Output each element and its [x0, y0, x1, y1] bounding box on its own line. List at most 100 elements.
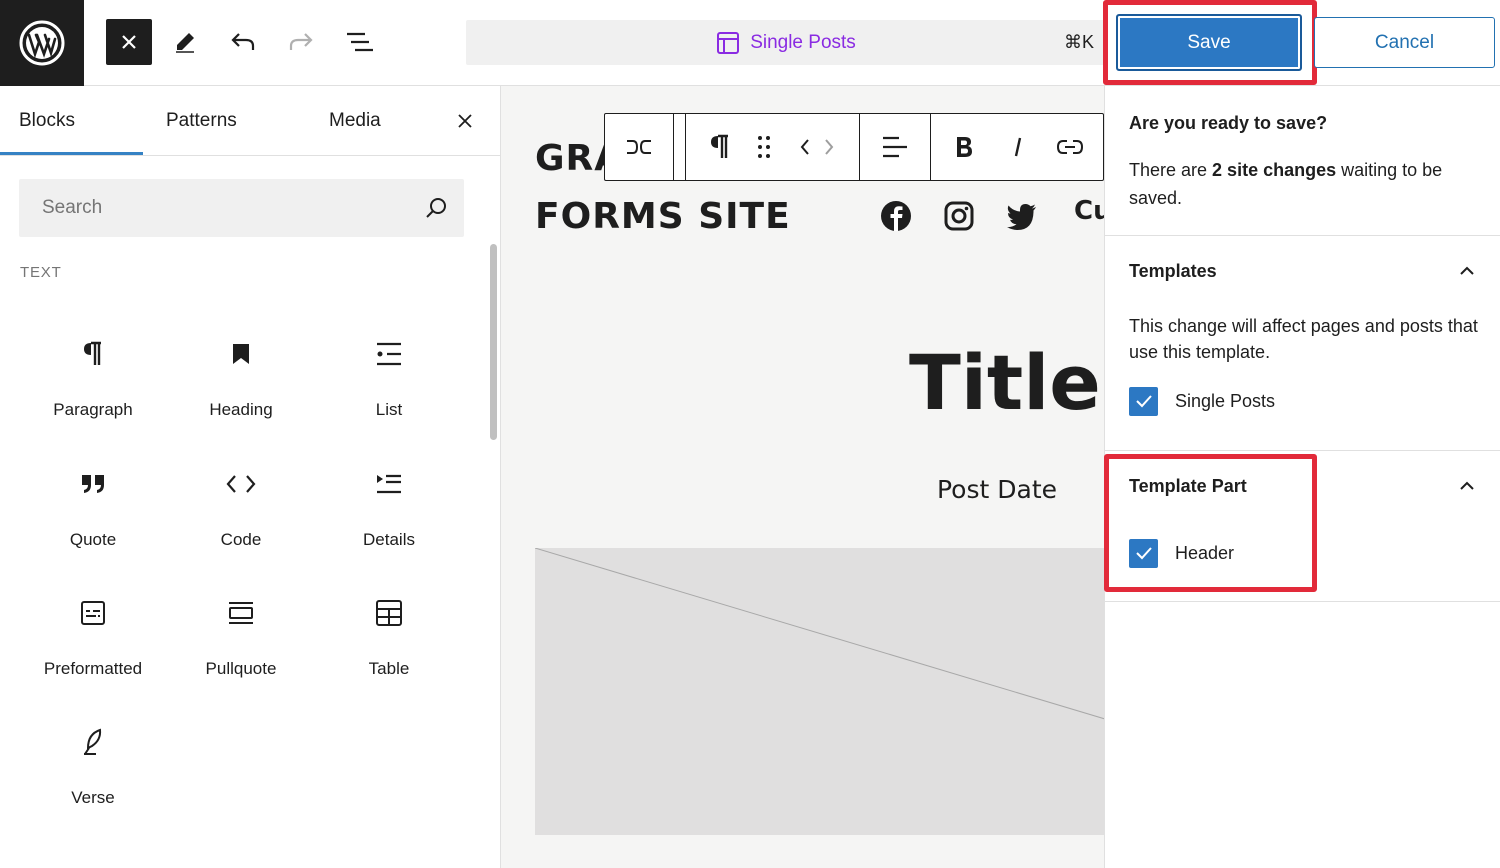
redo-icon — [289, 33, 313, 50]
undo-icon — [231, 33, 255, 50]
heading-icon — [233, 344, 249, 364]
details-icon — [377, 474, 401, 494]
checkmark-icon — [1135, 395, 1152, 408]
block-preformatted[interactable]: Preformatted — [19, 583, 167, 693]
search-icon — [426, 198, 446, 218]
close-icon — [122, 35, 136, 49]
scrollbar-thumb[interactable] — [490, 244, 497, 440]
tab-patterns[interactable]: Patterns — [166, 86, 237, 156]
search-input[interactable] — [19, 179, 409, 237]
block-toolbar — [604, 113, 1104, 181]
transform-button[interactable] — [605, 114, 673, 180]
drag-handle[interactable] — [743, 114, 785, 180]
link-icon — [1056, 140, 1084, 154]
block-label: Code — [220, 530, 262, 549]
block-label: Details — [363, 530, 415, 549]
category-label: TEXT — [20, 264, 62, 281]
save-description: There are 2 site changes waiting to be s… — [1129, 160, 1443, 208]
block-label: Table — [368, 659, 410, 678]
block-table[interactable]: Table — [315, 583, 463, 693]
nav-link[interactable]: Cu — [1074, 196, 1104, 226]
tab-media[interactable]: Media — [329, 86, 381, 156]
align-button[interactable] — [860, 114, 930, 180]
toolbar-divider — [685, 114, 686, 180]
block-code[interactable]: Code — [167, 454, 315, 564]
block-pullquote[interactable]: Pullquote — [167, 583, 315, 693]
wordpress-icon — [19, 20, 65, 66]
command-center[interactable]: Single Posts ⌘K — [466, 20, 1106, 65]
inserter-tabs: Blocks Patterns Media — [0, 86, 500, 156]
canvas-content: GRAT FORMS SITE Cu Title Post Date — [501, 86, 1104, 868]
cancel-button[interactable]: Cancel — [1314, 17, 1495, 68]
chevron-up-icon — [1460, 266, 1474, 275]
drag-handle-icon — [758, 136, 770, 158]
italic-button[interactable] — [997, 114, 1039, 180]
checkbox-single-posts[interactable]: Single Posts — [1129, 386, 1275, 416]
save-panel: Are you ready to save? There are 2 site … — [1104, 86, 1500, 868]
block-list[interactable]: List — [315, 324, 463, 434]
link-button[interactable] — [1041, 114, 1099, 180]
code-icon — [226, 475, 256, 493]
tools-button[interactable] — [162, 19, 208, 65]
close-inserter-button[interactable] — [106, 19, 152, 65]
post-title[interactable]: Title — [909, 338, 1101, 427]
checkbox[interactable] — [1129, 386, 1158, 416]
editor-canvas[interactable]: GRAT FORMS SITE Cu Title Post Date — [501, 86, 1104, 868]
block-heading[interactable]: Heading — [167, 324, 315, 434]
list-view-icon — [347, 32, 373, 52]
transform-icon — [627, 140, 651, 154]
featured-image-placeholder[interactable] — [535, 548, 1104, 835]
close-panel-button[interactable] — [452, 108, 478, 134]
chevron-up-icon — [1460, 481, 1474, 490]
pullquote-icon — [229, 602, 253, 624]
preformatted-icon — [81, 601, 105, 625]
block-search — [19, 179, 464, 237]
italic-icon — [1014, 137, 1022, 157]
move-buttons[interactable] — [787, 114, 847, 180]
collapse-templates-button[interactable] — [1455, 259, 1479, 283]
block-label: Preformatted — [43, 659, 143, 678]
block-quote[interactable]: Quote — [19, 454, 167, 564]
paragraph-icon — [84, 341, 101, 365]
collapse-template-part-button[interactable] — [1455, 474, 1479, 498]
block-verse[interactable]: Verse — [19, 712, 167, 822]
toolbar-divider — [673, 114, 674, 180]
facebook-icon[interactable] — [879, 199, 913, 233]
tab-blocks[interactable]: Blocks — [19, 86, 75, 156]
editor-header: Single Posts ⌘K Save Cancel — [0, 0, 1500, 86]
twitter-icon[interactable] — [1005, 199, 1039, 233]
post-date[interactable]: Post Date — [937, 475, 1057, 504]
block-label: Verse — [71, 788, 115, 807]
block-details[interactable]: Details — [315, 454, 463, 564]
block-type-button[interactable] — [697, 114, 743, 180]
section-divider — [1105, 601, 1500, 602]
close-icon — [458, 114, 472, 128]
bold-button[interactable] — [931, 114, 997, 180]
list-view-button[interactable] — [336, 19, 382, 65]
block-paragraph[interactable]: Paragraph — [19, 324, 167, 434]
block-label: Pullquote — [205, 659, 277, 678]
block-label: Heading — [209, 400, 273, 419]
section-divider — [1105, 450, 1500, 451]
block-label: List — [375, 400, 403, 419]
save-button[interactable]: Save — [1116, 14, 1302, 71]
paragraph-icon — [711, 134, 728, 158]
table-icon — [376, 600, 402, 626]
instagram-icon[interactable] — [942, 199, 976, 233]
quote-icon — [82, 475, 104, 493]
undo-button[interactable] — [220, 19, 266, 65]
block-label: Paragraph — [53, 400, 133, 419]
shortcut-hint: ⌘K — [1063, 32, 1094, 52]
block-label: Quote — [69, 530, 117, 549]
redo-button[interactable] — [278, 19, 324, 65]
command-center-title: Single Posts — [750, 31, 856, 53]
move-icon — [800, 139, 834, 155]
verse-icon — [84, 728, 102, 755]
section-title-templates[interactable]: Templates — [1129, 261, 1217, 282]
align-icon — [883, 136, 907, 158]
pencil-icon — [176, 33, 194, 53]
bold-icon — [957, 137, 972, 157]
template-part-highlight — [1104, 454, 1317, 592]
save-question: Are you ready to save? — [1129, 113, 1328, 133]
wordpress-logo[interactable] — [0, 0, 84, 86]
